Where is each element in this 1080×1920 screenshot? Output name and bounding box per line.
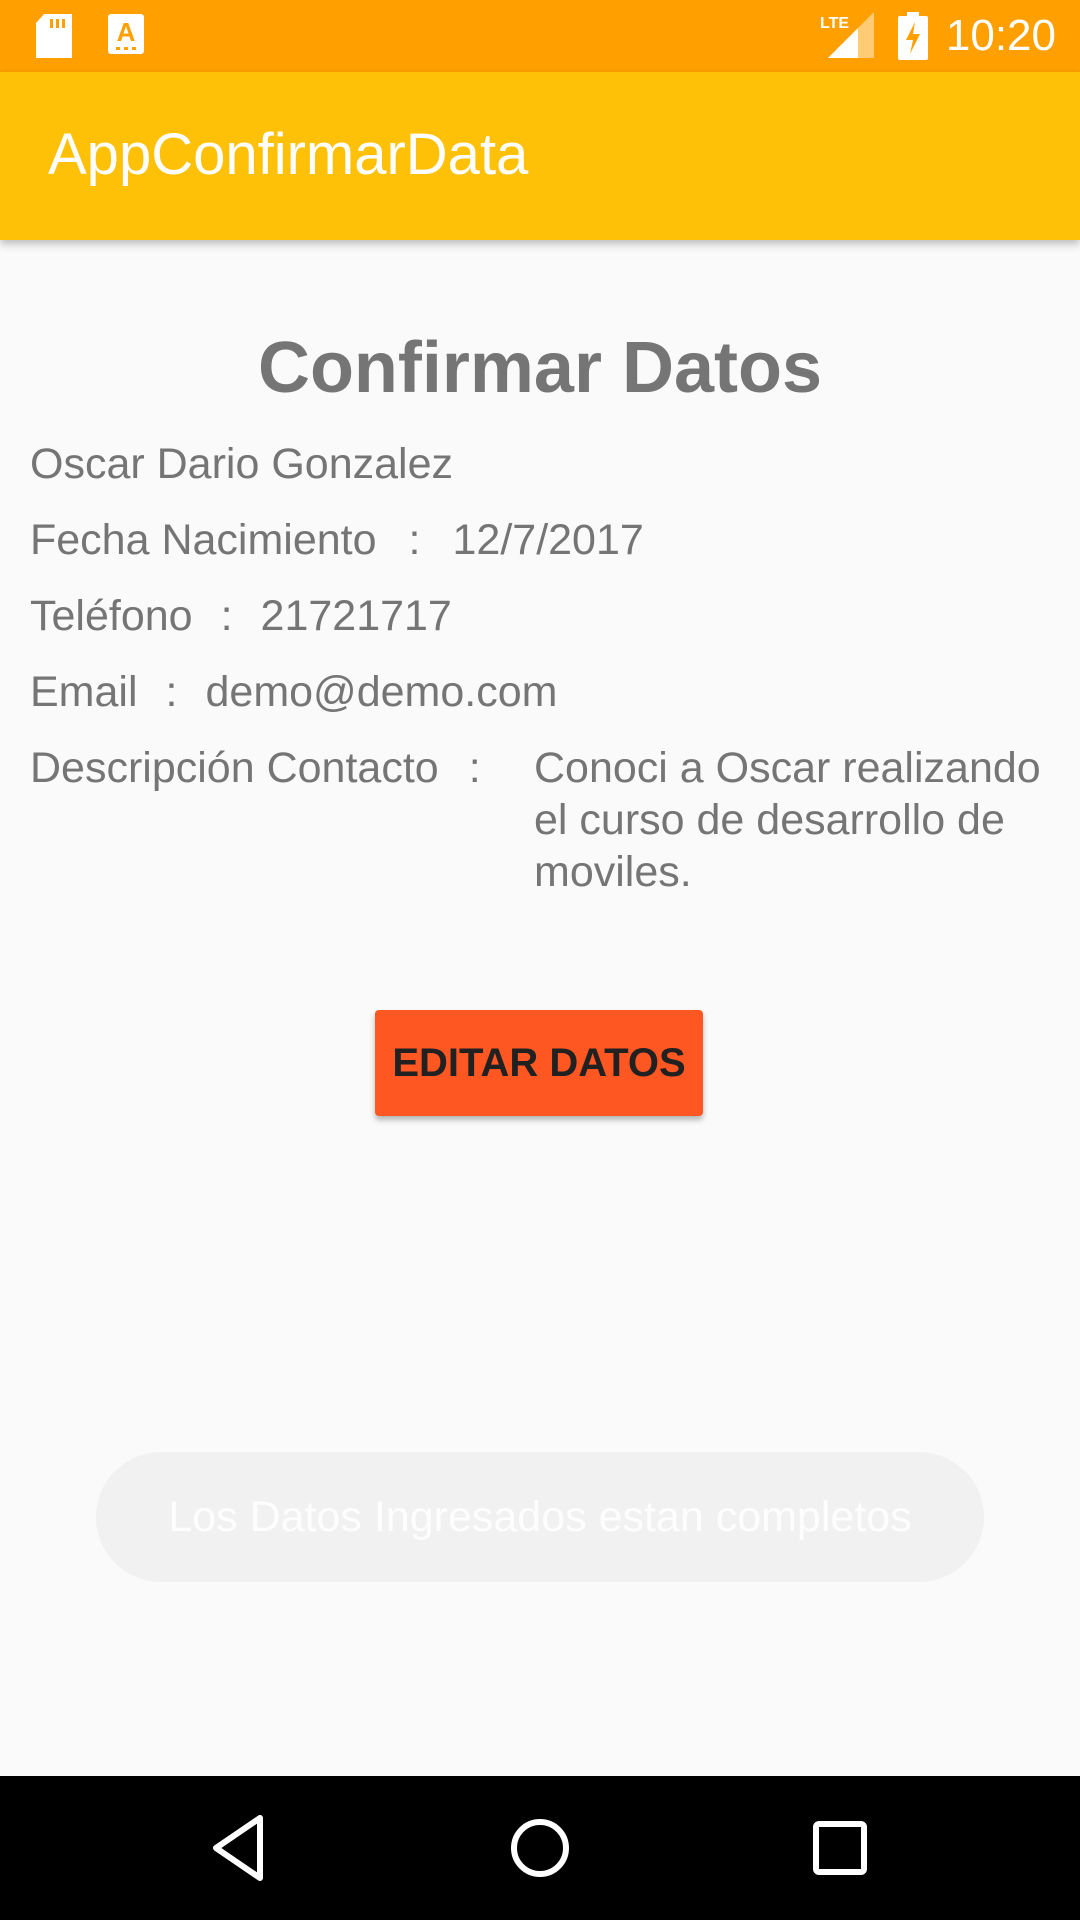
recents-icon[interactable]	[798, 1806, 882, 1890]
home-icon[interactable]	[498, 1806, 582, 1890]
description-label: Descripción Contacto	[30, 744, 439, 792]
phone-separator: :	[220, 592, 233, 640]
description-row: Descripción Contacto:	[30, 742, 511, 794]
email-row: Email: demo@demo.com	[30, 666, 557, 718]
email-value: demo@demo.com	[205, 668, 558, 716]
app-bar: AppConfirmarData	[0, 72, 1080, 240]
lte-signal-icon: LTE	[818, 12, 874, 63]
email-separator: :	[165, 668, 178, 716]
toast-message: Los Datos Ingresados estan completos	[96, 1452, 984, 1582]
birth-date-separator: :	[408, 516, 421, 564]
birth-date-label: Fecha Nacimiento	[30, 516, 377, 564]
birth-date-value: 12/7/2017	[452, 516, 644, 564]
birth-date-row: Fecha Nacimiento:12/7/2017	[30, 514, 644, 566]
description-value: Conoci a Oscar realizando el curso de de…	[534, 744, 1041, 896]
navigation-bar	[0, 1776, 1080, 1920]
description-separator: :	[468, 744, 481, 792]
email-label: Email	[30, 668, 138, 716]
phone-row: Teléfono:21721717	[30, 590, 452, 642]
app-notification-icon: A	[108, 14, 144, 59]
status-bar: A LTE 10:20	[0, 0, 1080, 72]
sd-card-icon	[36, 14, 72, 63]
phone-label: Teléfono	[30, 592, 193, 640]
contact-name-value: Oscar Dario Gonzalez	[30, 440, 453, 488]
app-title: AppConfirmarData	[48, 122, 529, 187]
status-time: 10:20	[945, 11, 1056, 60]
network-type-label: LTE	[820, 15, 849, 32]
svg-text:A: A	[117, 17, 136, 47]
phone-value: 21721717	[260, 592, 452, 640]
back-icon[interactable]	[198, 1806, 282, 1890]
page-title: Confirmar Datos	[257, 328, 823, 408]
contact-name: Oscar Dario Gonzalez	[30, 438, 453, 490]
battery-charging-icon	[898, 12, 928, 65]
edit-data-button[interactable]: EDITAR DATOS	[375, 1010, 703, 1116]
